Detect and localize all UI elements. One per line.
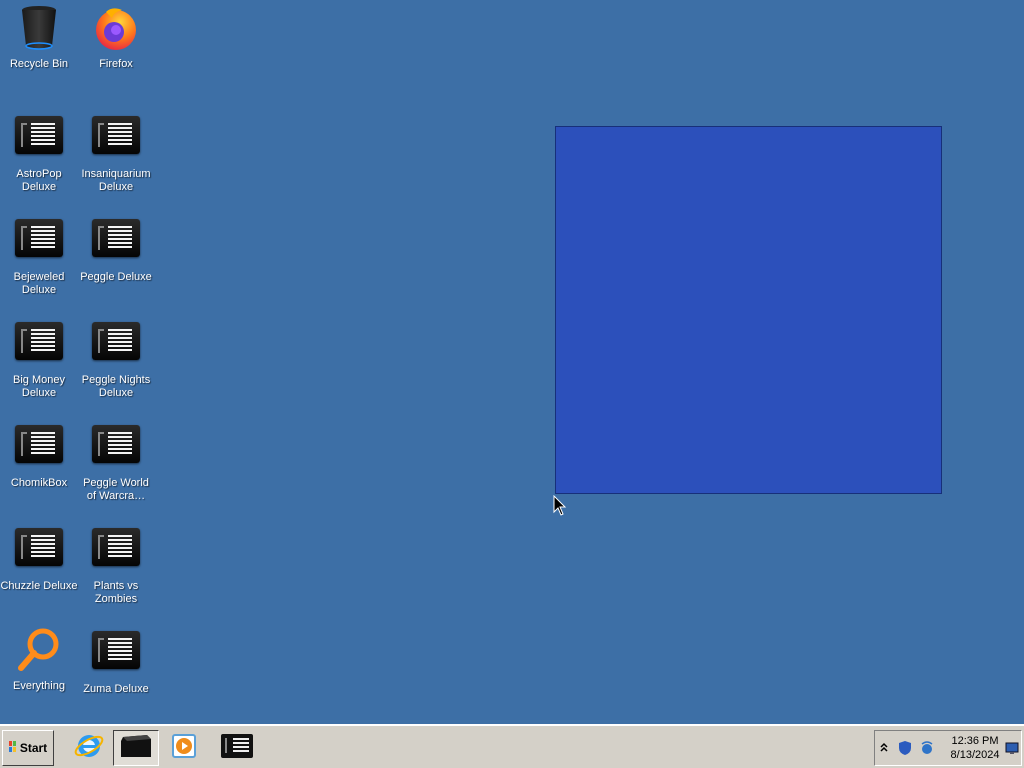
desktop-icon-astropop[interactable]: AstroPop Deluxe bbox=[0, 114, 78, 206]
app-icon bbox=[92, 320, 140, 368]
firefox-icon bbox=[92, 4, 140, 52]
clock-date[interactable]: 8/13/2024 bbox=[945, 749, 1005, 761]
selection-rectangle bbox=[555, 126, 942, 494]
desktop-icon-label: Insaniquarium Deluxe bbox=[81, 168, 151, 193]
desktop-icon-label: Chuzzle Deluxe bbox=[0, 580, 78, 592]
desktop-icon-label: Recycle Bin bbox=[9, 58, 69, 70]
desktop-icon-recycle-bin[interactable]: Recycle Bin bbox=[0, 4, 78, 96]
desktop-icon-peggle-wow[interactable]: Peggle World of Warcra… bbox=[77, 423, 155, 515]
desktop-icon-label: Peggle Deluxe bbox=[80, 271, 152, 283]
desktop-icon-bigmoney[interactable]: Big Money Deluxe bbox=[0, 320, 78, 412]
windows-logo-icon bbox=[8, 740, 17, 756]
show-desktop-icon[interactable] bbox=[1005, 741, 1019, 760]
desktop-icon-label: Peggle Nights Deluxe bbox=[81, 374, 151, 399]
app-icon bbox=[221, 733, 253, 763]
taskbar-button-media-player[interactable] bbox=[162, 730, 208, 766]
security-shield-icon[interactable] bbox=[897, 740, 913, 761]
desktop-icon-firefox[interactable]: Firefox bbox=[77, 4, 155, 96]
desktop-icon-pvz[interactable]: Plants vs Zombies bbox=[77, 526, 155, 618]
recycle-bin-icon bbox=[15, 4, 63, 52]
taskbar-button-internet-explorer[interactable] bbox=[66, 730, 112, 766]
window-icon bbox=[119, 733, 153, 764]
app-icon bbox=[15, 526, 63, 574]
desktop-icon-bejeweled[interactable]: Bejeweled Deluxe bbox=[0, 217, 78, 309]
desktop-icon-zuma[interactable]: Zuma Deluxe bbox=[77, 629, 155, 721]
desktop-icon-label: Plants vs Zombies bbox=[93, 580, 139, 605]
taskbar-button-active-window[interactable] bbox=[113, 730, 159, 766]
app-icon bbox=[92, 526, 140, 574]
system-tray: 12:36 PM 8/13/2024 bbox=[874, 730, 1022, 766]
media-player-icon bbox=[171, 733, 199, 764]
magnifier-icon bbox=[15, 626, 63, 674]
desktop-icon-chuzzle[interactable]: Chuzzle Deluxe bbox=[0, 526, 78, 618]
desktop-icon-label: Zuma Deluxe bbox=[83, 683, 149, 695]
desktop-icon-label: Firefox bbox=[99, 58, 133, 70]
taskbar: Start 12:36 PM 8/13/2024 bbox=[0, 724, 1024, 768]
app-icon bbox=[15, 217, 63, 265]
desktop-icon-everything[interactable]: Everything bbox=[0, 626, 78, 718]
app-icon bbox=[15, 114, 63, 162]
start-label: Start bbox=[19, 741, 48, 755]
mouse-cursor-icon bbox=[553, 494, 567, 517]
desktop-icon-label: Everything bbox=[13, 680, 65, 692]
app-icon bbox=[92, 423, 140, 471]
desktop-icon-label: AstroPop Deluxe bbox=[16, 168, 62, 193]
desktop-icon-label: ChomikBox bbox=[10, 477, 68, 489]
clock-time[interactable]: 12:36 PM bbox=[945, 735, 1005, 747]
desktop-icon-insaniquarium[interactable]: Insaniquarium Deluxe bbox=[77, 114, 155, 206]
desktop-icon-chomikbox[interactable]: ChomikBox bbox=[0, 423, 78, 515]
app-icon bbox=[15, 423, 63, 471]
app-icon bbox=[92, 217, 140, 265]
network-icon[interactable] bbox=[919, 740, 935, 761]
start-button[interactable]: Start bbox=[2, 730, 54, 766]
app-icon bbox=[15, 320, 63, 368]
desktop-icon-peggle[interactable]: Peggle Deluxe bbox=[77, 217, 155, 309]
desktop-icon-label: Big Money Deluxe bbox=[13, 374, 65, 399]
desktop-icon-label: Peggle World of Warcra… bbox=[83, 477, 149, 502]
desktop-icon-peggle-nights[interactable]: Peggle Nights Deluxe bbox=[77, 320, 155, 412]
desktop-icon-label: Bejeweled Deluxe bbox=[13, 271, 65, 296]
desktop[interactable]: Recycle Bin Firefox AstroPop Deluxe Insa… bbox=[0, 0, 1024, 724]
app-icon bbox=[92, 629, 140, 677]
taskbar-button-app-window[interactable] bbox=[214, 730, 260, 766]
ie-icon bbox=[73, 730, 105, 767]
app-icon bbox=[92, 114, 140, 162]
show-hidden-icons-chevron-icon[interactable] bbox=[879, 740, 889, 759]
